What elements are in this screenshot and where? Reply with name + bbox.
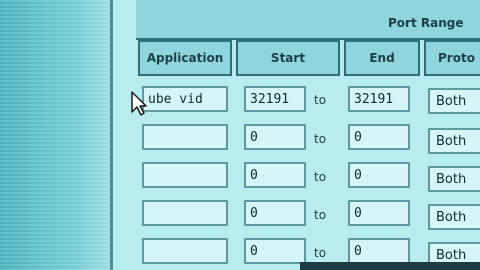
to-label: to — [314, 170, 327, 184]
start-port-field[interactable]: 32191 — [244, 86, 306, 112]
end-port-field[interactable]: 0 — [348, 238, 410, 264]
column-header-application: Application — [138, 40, 232, 76]
screen-bezel-shadow — [300, 262, 480, 270]
column-header-end: End — [344, 40, 420, 76]
application-name-field[interactable] — [142, 200, 228, 226]
left-background-strip — [0, 0, 112, 270]
start-port-field[interactable]: 0 — [244, 162, 306, 188]
to-label: to — [314, 246, 327, 260]
protocol-select[interactable]: Both — [428, 204, 480, 230]
start-port-field[interactable]: 0 — [244, 200, 306, 226]
application-name-field[interactable]: ube vid — [142, 86, 228, 112]
application-name-field[interactable] — [142, 238, 228, 264]
port-range-heading: Port Range — [388, 16, 464, 30]
start-port-field[interactable]: 0 — [244, 238, 306, 264]
column-header-start: Start — [236, 40, 340, 76]
application-name-field[interactable] — [142, 124, 228, 150]
to-label: to — [314, 208, 327, 222]
protocol-select[interactable]: Both — [428, 88, 480, 114]
start-port-field[interactable]: 0 — [244, 124, 306, 150]
end-port-field[interactable]: 32191 — [348, 86, 410, 112]
to-label: to — [314, 93, 327, 107]
to-label: to — [314, 132, 327, 146]
column-header-protocol: Proto — [424, 40, 480, 76]
end-port-field[interactable]: 0 — [348, 200, 410, 226]
application-name-field[interactable] — [142, 162, 228, 188]
end-port-field[interactable]: 0 — [348, 162, 410, 188]
mouse-pointer-icon — [131, 91, 147, 116]
protocol-select[interactable]: Both — [428, 166, 480, 192]
end-port-field[interactable]: 0 — [348, 124, 410, 150]
protocol-select[interactable]: Both — [428, 128, 480, 154]
screen-photo: Port Range Application Start End Proto u… — [0, 0, 480, 270]
